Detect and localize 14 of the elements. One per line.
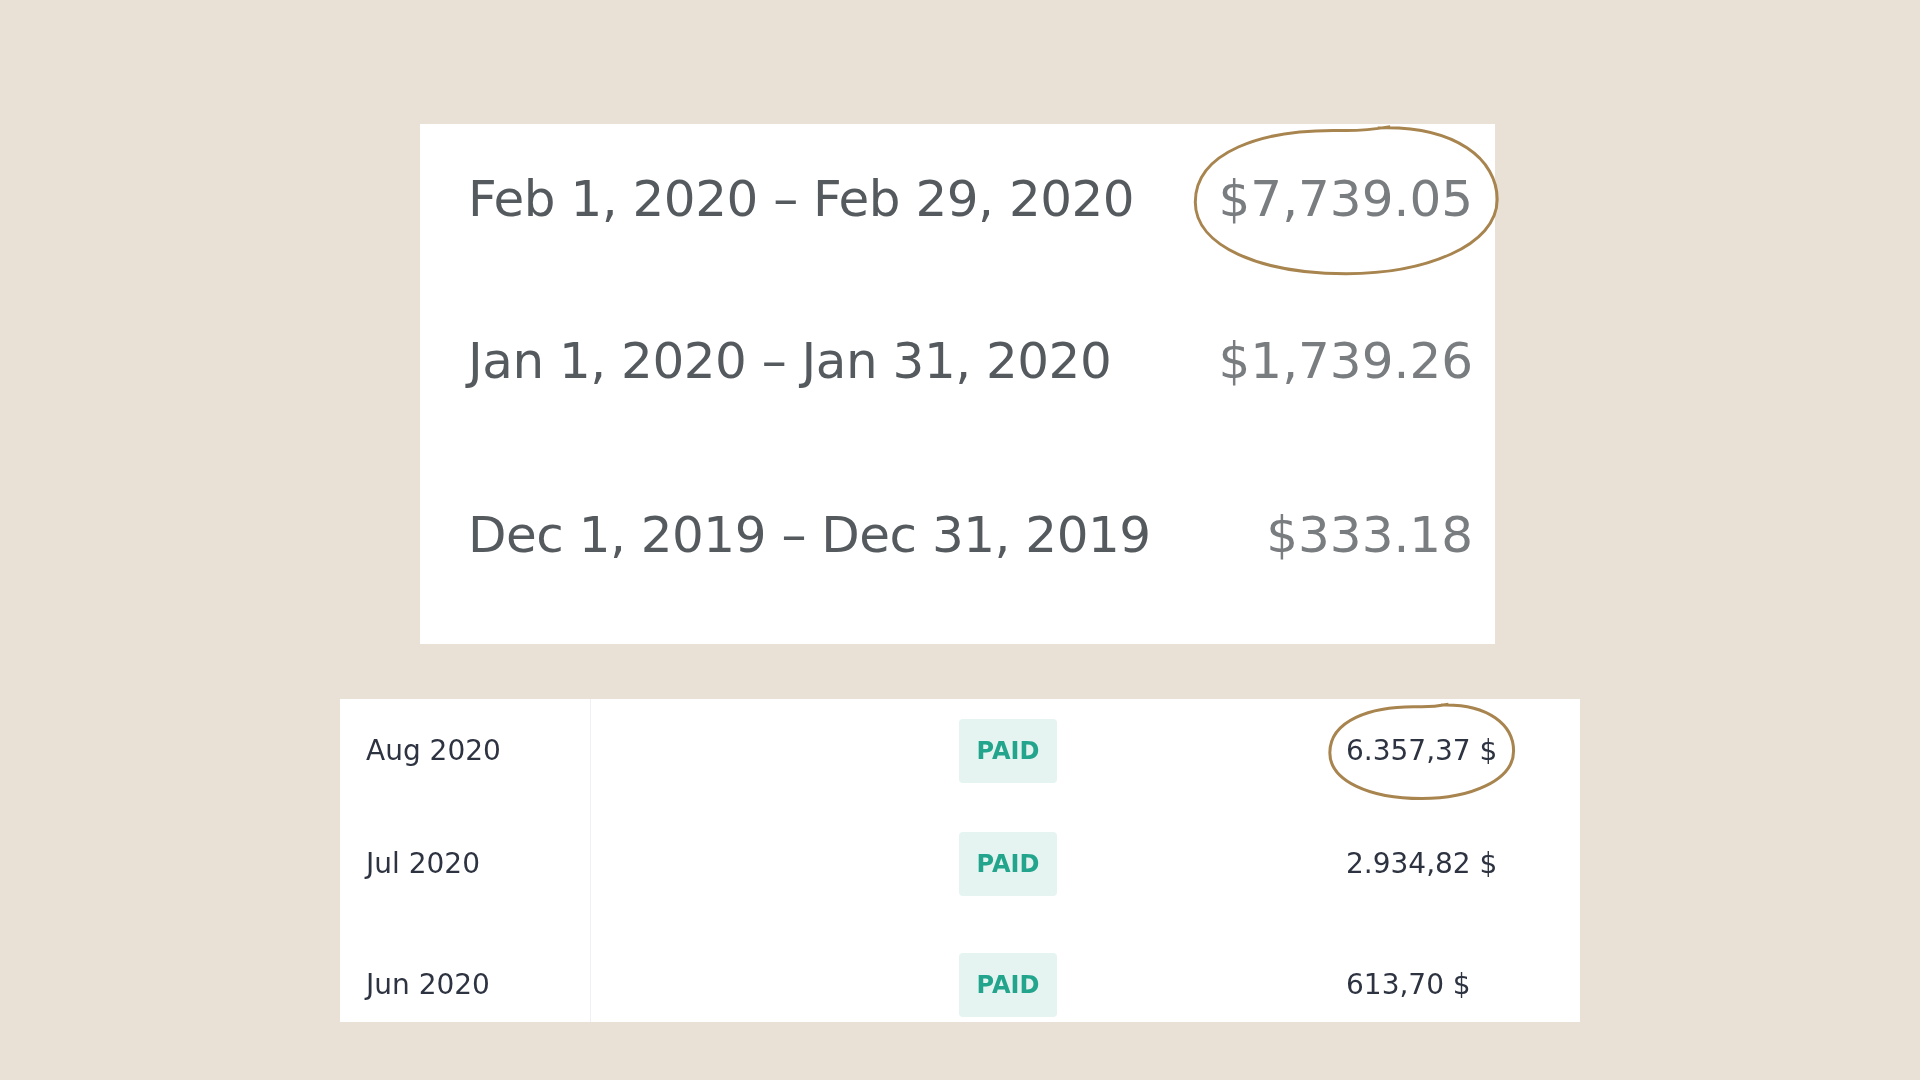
invoice-amount: 6.357,37 $ (1346, 730, 1498, 772)
invoice-amount: $1,739.26 (1218, 330, 1473, 392)
status-badge: PAID (959, 719, 1057, 783)
status-badge: PAID (959, 952, 1057, 1017)
month-cell: Jul 2020 (340, 803, 591, 924)
invoice-amount: 613,70 $ (1346, 966, 1471, 1003)
status-badge: PAID (959, 831, 1057, 896)
month-cell: Jun 2020 (340, 924, 591, 1022)
invoice-amount: $7,739.05 (1218, 161, 1473, 237)
month-cell: Aug 2020 (340, 699, 591, 803)
invoice-amount: $333.18 (1266, 504, 1473, 566)
billing-period: Dec 1, 2019 – Dec 31, 2019 (468, 504, 1151, 566)
invoice-amount: 2.934,82 $ (1346, 845, 1498, 882)
billing-period: Feb 1, 2020 – Feb 29, 2020 (468, 168, 1135, 230)
